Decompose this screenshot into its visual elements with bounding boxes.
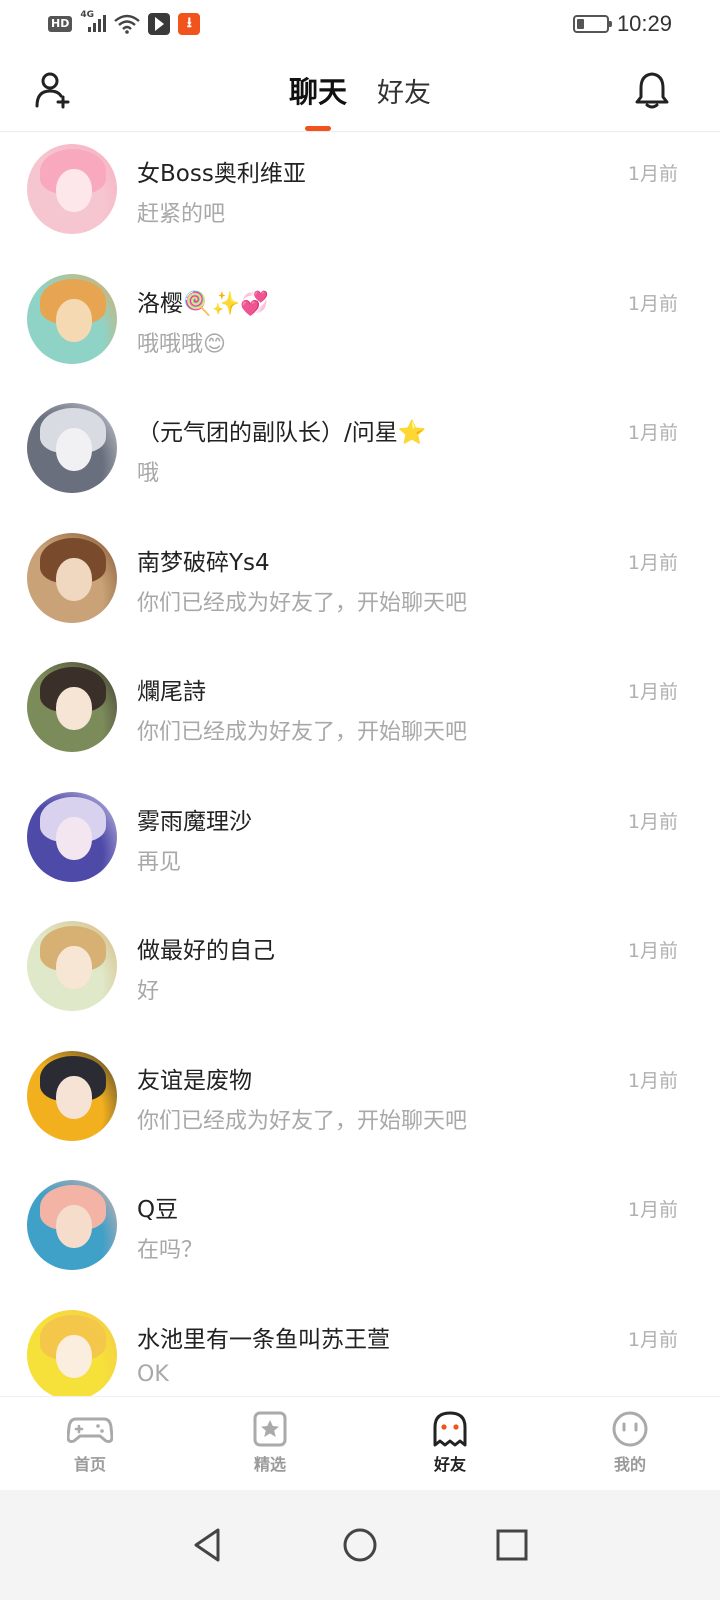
- status-bar: HD 4G ⭳ 10:29: [0, 0, 720, 48]
- chat-list: 女Boss奥利维亚 赶紧的吧 1月前 洛樱🍭✨💞 哦哦哦😊 1月前 （元气团的副队长）/问星…: [0, 132, 720, 1396]
- chat-name: （元气团的副队长）/问星⭐: [137, 420, 427, 446]
- chat-preview: 哦: [137, 461, 160, 486]
- nav-featured[interactable]: 精选: [180, 1397, 360, 1490]
- nav-home[interactable]: 首页: [0, 1397, 180, 1490]
- chat-name: 友谊是废物: [137, 1067, 252, 1094]
- chat-name: 洛樱🍭✨💞: [137, 290, 269, 317]
- avatar[interactable]: [27, 1309, 117, 1396]
- chat-time: 1月前: [627, 810, 678, 833]
- chat-item[interactable]: 水池里有一条鱼叫苏王萱 OK 1月前: [0, 1298, 720, 1396]
- nav-label: 我的: [613, 1455, 646, 1474]
- chat-name: 做最好的自己: [137, 938, 275, 964]
- chat-preview: 你们已经成为好友了，开始聊天吧: [137, 590, 468, 616]
- chat-preview: 好: [137, 979, 160, 1004]
- star-icon: [253, 1411, 287, 1447]
- phone-screen: HD 4G ⭳ 10:29 聊天 好友 女Boss奥利维亚 赶紧的吧 1月前 洛…: [0, 0, 720, 1600]
- nav-label: 首页: [73, 1455, 106, 1474]
- header-tabs: 聊天 好友: [0, 48, 720, 132]
- nav-label: 好友: [429, 1451, 471, 1478]
- chat-time: 1月前: [627, 551, 678, 574]
- chat-time: 1月前: [627, 163, 678, 185]
- chat-item[interactable]: 雾雨魔理沙再见 1月前: [0, 780, 720, 910]
- chat-item[interactable]: 南梦破碎Ys4 你们已经成为好友了，开始聊天吧 1月前: [0, 521, 720, 651]
- chat-preview: 在吗？: [137, 1238, 204, 1263]
- nav-friends[interactable]: 好友: [360, 1397, 540, 1490]
- chat-name: 南梦破碎Ys4: [137, 549, 270, 576]
- chat-name: Q豆: [137, 1197, 179, 1223]
- avatar[interactable]: [27, 1050, 117, 1141]
- chat-time: 1月前: [627, 1328, 678, 1351]
- home-icon[interactable]: [340, 1525, 380, 1565]
- chat-preview: 你们已经成为好友了，开始聊天吧: [137, 720, 468, 745]
- header: 聊天 好友: [0, 48, 720, 132]
- avatar[interactable]: [27, 144, 117, 234]
- nav-me[interactable]: 我的: [540, 1397, 720, 1490]
- signal-icon: 4G: [80, 10, 107, 34]
- chat-time: 1月前: [627, 1069, 678, 1092]
- bottom-nav: 首页 精选 好友 我的: [0, 1396, 720, 1490]
- chat-preview: 哦哦哦😊: [137, 331, 226, 357]
- chat-time: 1月前: [627, 940, 678, 962]
- avatar[interactable]: [27, 1180, 117, 1270]
- chat-name: 爛尾詩: [137, 679, 206, 705]
- avatar[interactable]: [27, 921, 117, 1011]
- chat-item[interactable]: 洛樱🍭✨💞 哦哦哦😊 1月前: [0, 262, 720, 392]
- chat-preview: 再见: [137, 849, 182, 875]
- wifi-icon: [114, 14, 141, 34]
- chat-time: 1月前: [627, 681, 678, 703]
- avatar[interactable]: [27, 662, 117, 752]
- chat-item[interactable]: （元气团的副队长）/问星⭐ 哦 1月前: [0, 391, 720, 521]
- chat-time: 1月前: [627, 1199, 678, 1221]
- tab-chat[interactable]: 聊天: [287, 69, 349, 131]
- download-icon: ⭳: [178, 13, 201, 35]
- chat-item[interactable]: 做最好的自己好 1月前: [0, 909, 720, 1039]
- avatar[interactable]: [27, 532, 117, 623]
- recents-icon[interactable]: [492, 1525, 532, 1565]
- bell-icon[interactable]: [632, 70, 672, 110]
- clock: 10:29: [616, 11, 672, 36]
- smiley-icon: [612, 1411, 648, 1447]
- chat-time: 1月前: [627, 422, 678, 444]
- tab-friends[interactable]: 好友: [375, 71, 433, 110]
- chat-name: 水池里有一条鱼叫苏王萱: [137, 1326, 390, 1353]
- chat-preview: OK: [137, 1361, 169, 1387]
- battery-icon: [572, 15, 612, 33]
- status-right: 10:29: [572, 11, 672, 37]
- back-icon[interactable]: [188, 1525, 228, 1565]
- hd-badge: HD: [48, 16, 73, 32]
- avatar[interactable]: [27, 273, 117, 364]
- chat-item[interactable]: Q豆在吗？ 1月前: [0, 1168, 720, 1298]
- nav-label: 精选: [253, 1455, 286, 1474]
- chat-preview: 赶紧的吧: [137, 202, 226, 227]
- chat-item[interactable]: 友谊是废物你们已经成为好友了，开始聊天吧 1月前: [0, 1039, 720, 1169]
- system-nav-bar: [0, 1490, 720, 1600]
- chat-name: 雾雨魔理沙: [137, 808, 252, 835]
- chat-time: 1月前: [627, 292, 678, 315]
- gamepad-icon: [67, 1417, 113, 1443]
- avatar[interactable]: [27, 403, 117, 493]
- ghost-icon: [433, 1411, 467, 1447]
- chat-name: 女Boss奥利维亚: [137, 161, 306, 187]
- avatar[interactable]: [27, 791, 117, 882]
- chat-item[interactable]: 爛尾詩你们已经成为好友了，开始聊天吧 1月前: [0, 650, 720, 780]
- app-notification-icon: [148, 13, 171, 35]
- chat-preview: 你们已经成为好友了，开始聊天吧: [137, 1108, 468, 1134]
- status-left: HD 4G ⭳: [48, 10, 201, 35]
- chat-item[interactable]: 女Boss奥利维亚 赶紧的吧 1月前: [0, 132, 720, 262]
